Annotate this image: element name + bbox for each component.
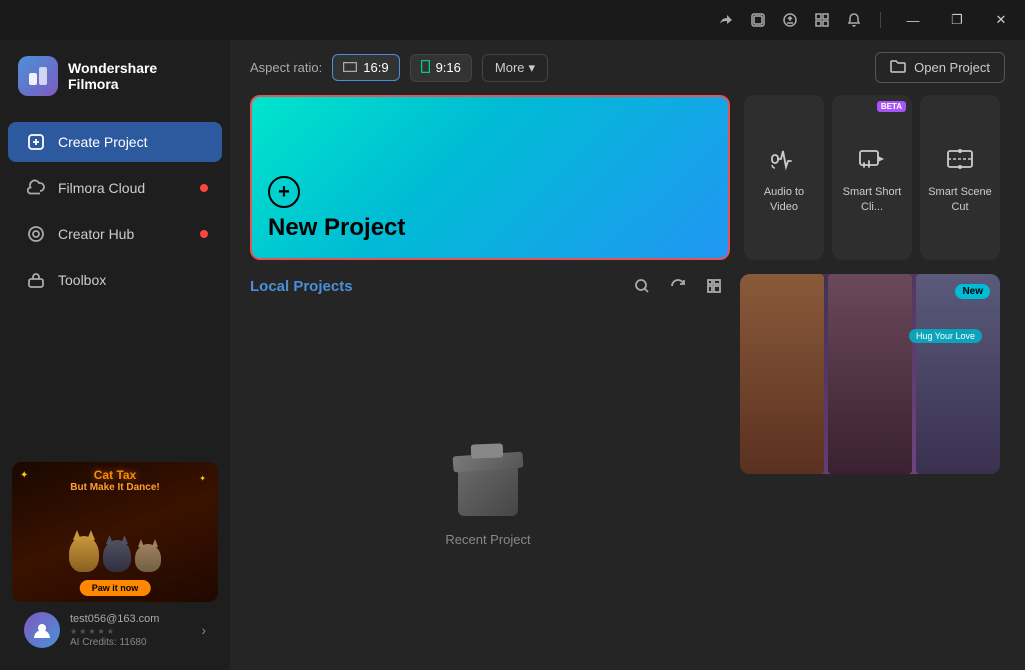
filmora-cloud-dot bbox=[200, 184, 208, 192]
open-project-label: Open Project bbox=[914, 60, 990, 75]
smart-scene-cut-icon bbox=[942, 141, 978, 177]
close-button[interactable]: ✕ bbox=[985, 8, 1017, 32]
folder-icon bbox=[890, 59, 906, 76]
feature-showcase: New Hug Your Love Hug your love Create h… bbox=[740, 274, 1000, 474]
user-section: test056@163.com ★ ★ ★ ★ ★ AI Credits: 11… bbox=[12, 602, 218, 658]
right-panel: New Hug Your Love Hug your love Create h… bbox=[740, 274, 1005, 670]
minimize-button[interactable]: — bbox=[897, 8, 929, 32]
local-projects: Local Projects bbox=[250, 274, 726, 670]
aspect-916-button[interactable]: 9:16 bbox=[410, 54, 472, 82]
bell-icon[interactable] bbox=[844, 10, 864, 30]
smart-short-clip-label: Smart Short Cli... bbox=[840, 185, 904, 214]
promo-cta-button[interactable]: Paw it now bbox=[80, 580, 151, 596]
open-project-button[interactable]: Open Project bbox=[875, 52, 1005, 83]
local-projects-title: Local Projects bbox=[250, 278, 353, 295]
aspect-169-label: 16:9 bbox=[363, 60, 388, 75]
title-bar-icons: — ❐ ✕ bbox=[716, 8, 1017, 32]
upload-icon[interactable] bbox=[780, 10, 800, 30]
new-project-label: New Project bbox=[268, 214, 712, 242]
separator bbox=[880, 12, 881, 28]
layers-icon[interactable] bbox=[748, 10, 768, 30]
create-project-label: Create Project bbox=[58, 134, 147, 150]
filmora-cloud-icon bbox=[26, 178, 46, 198]
user-credits: AI Credits: 11680 bbox=[70, 637, 191, 648]
sidebar-bottom: Cat Tax But Make It Dance! ✦ ✦ bbox=[0, 450, 230, 670]
aspect-169-button[interactable]: 16:9 bbox=[332, 54, 399, 81]
aspect-916-icon bbox=[421, 60, 430, 76]
aspect-916-label: 9:16 bbox=[436, 60, 461, 75]
create-project-icon bbox=[26, 132, 46, 152]
top-toolbar: Aspect ratio: 16:9 9:16 More bbox=[230, 40, 1025, 95]
sidebar-nav: Create Project Filmora Cloud bbox=[0, 112, 230, 310]
user-more-button[interactable]: › bbox=[201, 622, 206, 638]
filmora-cloud-label: Filmora Cloud bbox=[58, 180, 145, 196]
aspect-169-icon bbox=[343, 60, 357, 75]
main-content: Aspect ratio: 16:9 9:16 More bbox=[230, 40, 1025, 670]
audio-to-video-icon bbox=[766, 141, 802, 177]
feature-cards-row: Audio to Video BETA Smart Short Cli... bbox=[744, 95, 1005, 260]
send-icon[interactable] bbox=[716, 10, 736, 30]
empty-label: Recent Project bbox=[445, 532, 530, 547]
showcase-image: New Hug Your Love bbox=[740, 274, 1000, 474]
showcase-people bbox=[740, 274, 1000, 474]
feature-card-smart-short-clip[interactable]: BETA Smart Short Cli... bbox=[832, 95, 912, 260]
grid4-icon[interactable] bbox=[812, 10, 832, 30]
promo-image: Cat Tax But Make It Dance! ✦ ✦ bbox=[12, 462, 218, 602]
grid-view-button[interactable] bbox=[702, 274, 726, 298]
hug-love-badge: Hug Your Love bbox=[909, 329, 982, 343]
app-body: Wondershare Filmora Create Project bbox=[0, 40, 1025, 670]
smart-short-clip-icon bbox=[854, 141, 890, 177]
search-projects-button[interactable] bbox=[630, 274, 654, 298]
sidebar: Wondershare Filmora Create Project bbox=[0, 40, 230, 670]
person-1 bbox=[740, 274, 824, 474]
audio-to-video-label: Audio to Video bbox=[752, 185, 816, 214]
person-2 bbox=[828, 274, 912, 474]
logo-icon bbox=[18, 56, 58, 96]
aspect-ratio-label: Aspect ratio: bbox=[250, 60, 322, 75]
sidebar-item-toolbox[interactable]: Toolbox bbox=[8, 260, 222, 300]
new-project-card[interactable]: + New Project bbox=[250, 95, 730, 260]
creator-hub-icon bbox=[26, 224, 46, 244]
refresh-projects-button[interactable] bbox=[666, 274, 690, 298]
more-aspect-button[interactable]: More ▾ bbox=[482, 54, 548, 82]
smart-scene-cut-label: Smart Scene Cut bbox=[928, 185, 992, 214]
sidebar-item-creator-hub[interactable]: Creator Hub bbox=[8, 214, 222, 254]
chevron-down-icon: ▾ bbox=[529, 60, 536, 76]
new-badge: New bbox=[955, 284, 990, 299]
feature-card-audio-to-video[interactable]: Audio to Video bbox=[744, 95, 824, 260]
promo-banner[interactable]: Cat Tax But Make It Dance! ✦ ✦ bbox=[12, 462, 218, 602]
showcase-bg bbox=[740, 274, 1000, 474]
toolbox-label: Toolbox bbox=[58, 272, 106, 288]
user-email: test056@163.com bbox=[70, 613, 191, 625]
user-stars: ★ ★ ★ ★ ★ bbox=[70, 627, 191, 636]
user-avatar bbox=[24, 612, 60, 648]
title-bar: — ❐ ✕ bbox=[0, 0, 1025, 40]
sidebar-item-filmora-cloud[interactable]: Filmora Cloud bbox=[8, 168, 222, 208]
user-info: test056@163.com ★ ★ ★ ★ ★ AI Credits: 11… bbox=[70, 613, 191, 648]
creator-hub-label: Creator Hub bbox=[58, 226, 134, 242]
sidebar-item-create-project[interactable]: Create Project bbox=[8, 122, 222, 162]
logo-text: Wondershare Filmora bbox=[68, 60, 157, 93]
toolbox-icon bbox=[26, 270, 46, 290]
person-3 bbox=[916, 274, 1000, 474]
bottom-section: Local Projects bbox=[230, 274, 1025, 670]
more-aspect-label: More bbox=[495, 60, 525, 75]
maximize-button[interactable]: ❐ bbox=[941, 8, 973, 32]
empty-projects: Recent Project bbox=[250, 312, 726, 670]
empty-box-icon bbox=[443, 436, 533, 516]
new-project-plus-icon: + bbox=[268, 176, 300, 208]
logo: Wondershare Filmora bbox=[0, 40, 230, 112]
projects-area: + New Project Audio to Video B bbox=[230, 95, 1025, 274]
beta-badge: BETA bbox=[877, 101, 906, 112]
feature-card-smart-scene-cut[interactable]: Smart Scene Cut bbox=[920, 95, 1000, 260]
creator-hub-dot bbox=[200, 230, 208, 238]
local-projects-header: Local Projects bbox=[250, 274, 726, 298]
section-actions bbox=[630, 274, 726, 298]
